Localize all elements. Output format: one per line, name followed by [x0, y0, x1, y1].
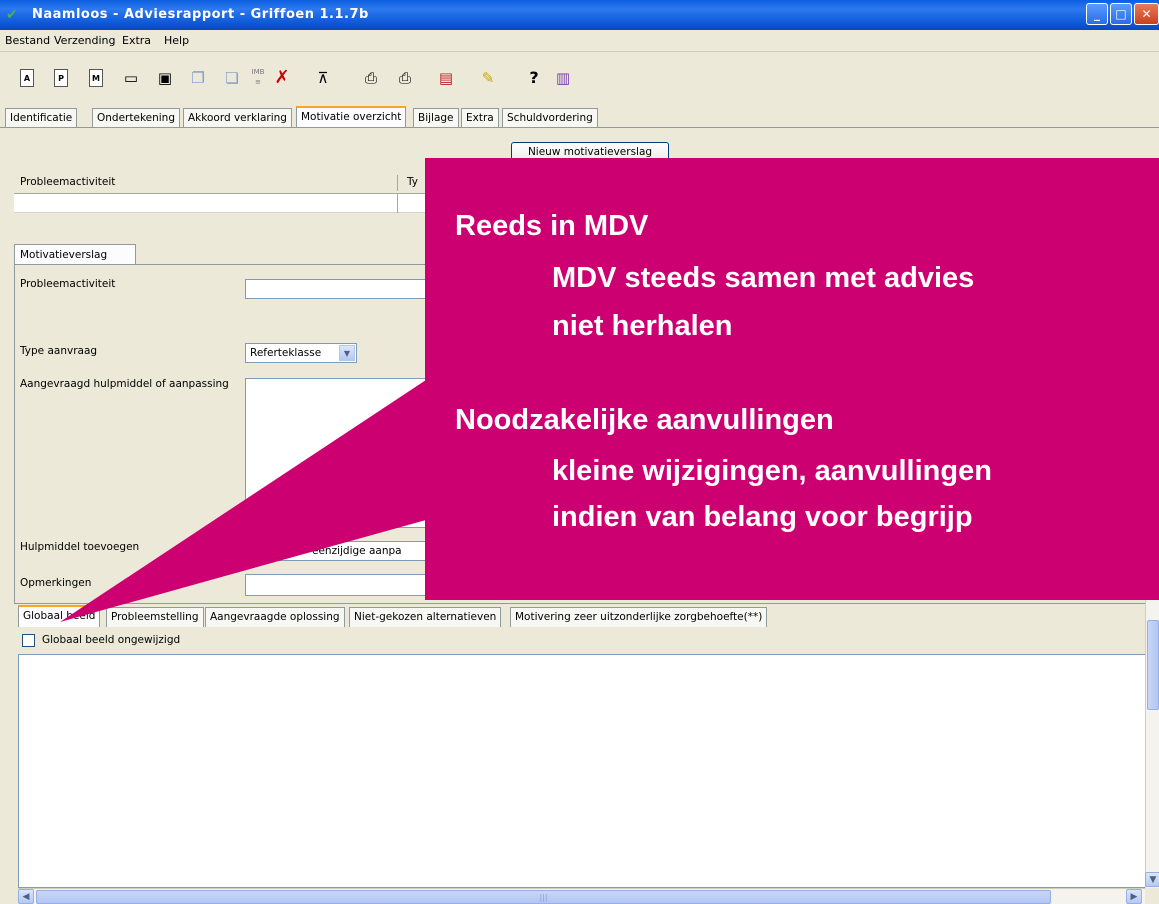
callout-line-1: MDV steeds samen met advies: [552, 262, 975, 294]
callout-line-4: indien van belang voor begrijp: [552, 501, 973, 533]
callout-line-2: niet herhalen: [552, 310, 733, 342]
callout-box: Reeds in MDV MDV steeds samen met advies…: [425, 158, 1159, 600]
callout-pointer-shape: [60, 380, 426, 622]
callout-heading-reeds: Reeds in MDV: [455, 210, 649, 242]
callout-line-3: kleine wijzigingen, aanvullingen: [552, 455, 992, 487]
callout-heading-aanvullingen: Noodzakelijke aanvullingen: [455, 404, 834, 436]
